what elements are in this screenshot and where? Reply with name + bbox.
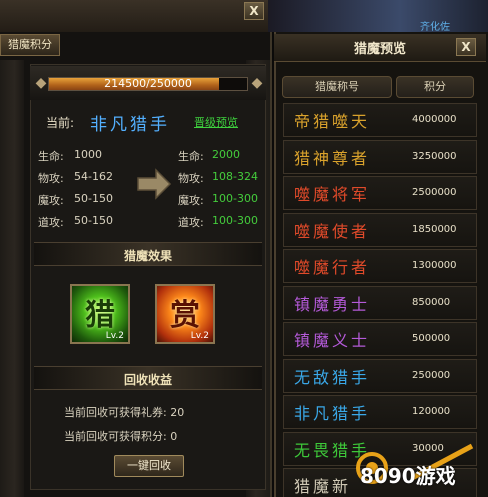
rank-score: 1850000 [412,223,457,235]
rank-score: 850000 [412,296,451,308]
rank-row: 猎神尊者 3250000 [283,139,477,174]
rank-score: 500000 [412,333,451,344]
stat-tatk-value: 50-150 [74,214,113,227]
recycle-title: 回收收益 [123,373,172,387]
tab-hunt-points[interactable]: 猎魔积分 [0,34,60,56]
rank-row: 噬魔行者 1300000 [283,249,477,283]
progress-text: 214500/250000 [104,77,192,90]
arrow-right-icon [137,168,172,200]
watermark-text: 8090游戏 [360,464,456,488]
rank-title: 噬魔将军 [294,185,371,204]
column-header-points: 积分 [396,76,474,98]
stat-matk-value: 50-150 [74,192,113,205]
rank-title: 镇魔勇士 [294,294,371,314]
rank-row: 噬魔使者 1850000 [283,212,477,247]
frame-ornament-left [0,60,24,497]
stat-hp-value: 1000 [74,148,102,161]
rank-row: 镇魔义士 500000 [283,322,477,356]
reward-skill-glyph: 赏 [170,298,200,333]
rank-score: 2500000 [412,187,457,198]
rank-title: 猎魔新 [294,477,352,496]
rank-score: 250000 [412,369,451,381]
close-icon[interactable]: X [456,38,476,56]
rank-row: 非凡猎手 120000 [283,395,477,429]
next-stat-patk-value: 108-324 [212,170,258,183]
next-stat-hp-value: 2000 [212,148,240,161]
rank-title: 镇魔义士 [294,331,371,350]
scene-text: 齐化佐 [420,22,450,33]
scene-background-right [268,0,488,32]
rank-title: 噬魔使者 [294,221,371,241]
effects-title: 猎魔效果 [123,249,172,263]
current-title-label: 当前: [46,116,75,130]
next-stat-matk-label: 魔攻: [178,194,204,207]
next-stat-hp-label: 生命: [178,150,204,163]
rank-title: 无敌猎手 [294,367,371,387]
stat-patk-label: 物攻: [38,172,64,185]
rank-row: 无敌猎手 250000 [283,358,477,393]
recycle-points-text: 当前回收可获得积分: 0 [64,430,178,443]
stat-tatk-label: 道攻: [38,216,64,229]
next-stat-tatk-value: 100-300 [212,214,258,227]
preview-title: 猎魔预览 [353,42,406,57]
hunt-skill-level: Lv.2 [105,331,124,341]
rank-score: 3250000 [412,150,457,162]
next-stat-patk-label: 物攻: [178,172,204,185]
progress-cap-left-icon: ◆ [35,75,47,91]
rank-title: 非凡猎手 [294,404,371,423]
next-stat-matk-value: 100-300 [212,192,258,205]
rank-title: 帝猎噬天 [294,112,371,131]
rank-row: 镇魔勇士 850000 [283,285,477,320]
rank-score: 1300000 [412,260,457,271]
rank-row: 噬魔将军 2500000 [283,176,477,210]
close-icon[interactable]: X [244,2,264,20]
upgrade-preview-link[interactable]: 晋级预览 [194,114,238,130]
hunt-skill-icon[interactable]: 猎 Lv.2 [70,284,130,344]
reward-skill-level: Lv.2 [190,331,209,341]
rank-title: 猎神尊者 [294,148,371,168]
recycle-all-button[interactable]: 一键回收 [114,455,184,477]
column-header-title: 猎魔称号 [282,76,392,98]
stat-matk-label: 魔攻: [38,194,64,207]
progress-cap-right-icon: ◆ [251,75,263,91]
hunt-skill-glyph: 猎 [85,298,115,333]
rank-row: 帝猎噬天 4000000 [283,103,477,137]
stat-hp-label: 生命: [38,150,64,163]
rank-score: 4000000 [412,114,457,125]
rank-score: 120000 [412,406,451,417]
next-stat-tatk-label: 道攻: [178,216,204,229]
rank-title: 噬魔行者 [294,258,371,277]
reward-skill-icon[interactable]: 赏 Lv.2 [155,284,215,344]
stat-patk-value: 54-162 [74,170,113,183]
recycle-coupon-text: 当前回收可获得礼券: 20 [64,406,185,419]
current-title: 非凡猎手 [90,115,170,135]
